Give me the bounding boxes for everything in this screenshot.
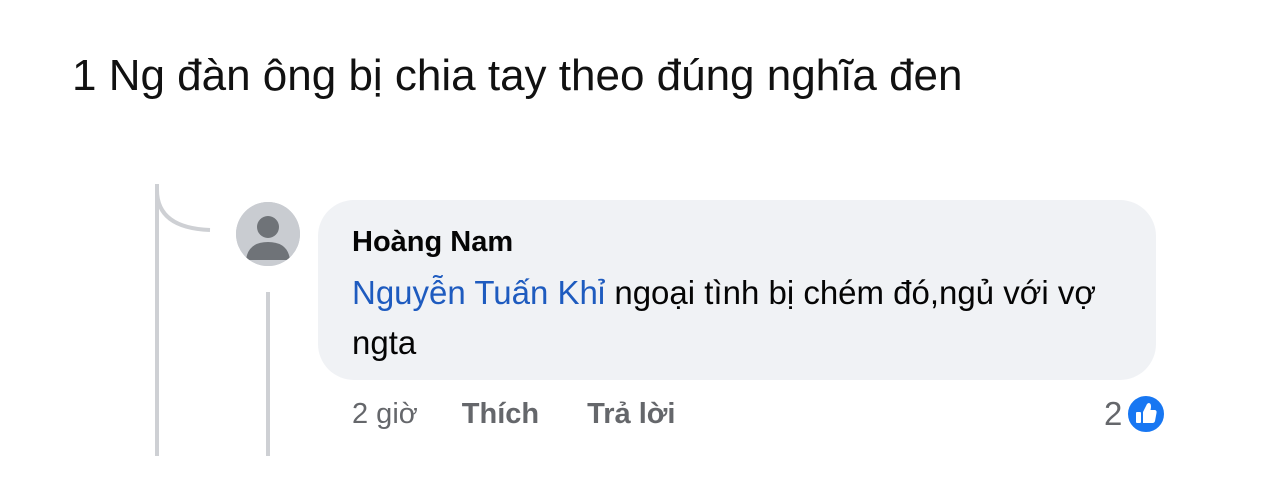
reaction-summary[interactable]: 2 xyxy=(1104,392,1167,436)
comment-actions: 2 giờ Thích Trả lời xyxy=(352,394,675,434)
default-avatar-icon xyxy=(236,202,300,266)
comment-timestamp[interactable]: 2 giờ xyxy=(352,398,418,431)
commenter-avatar[interactable] xyxy=(236,202,300,266)
comment-body: Nguyễn Tuấn Khỉ ngoại tình bị chém đó,ng… xyxy=(352,268,1132,368)
comment-bubble: Hoàng Nam Nguyễn Tuấn Khỉ ngoại tình bị … xyxy=(318,200,1156,380)
mention-link[interactable]: Nguyễn Tuấn Khỉ xyxy=(352,274,605,311)
like-icon xyxy=(1126,394,1167,434)
reply-button[interactable]: Trả lời xyxy=(587,398,675,431)
comment-author[interactable]: Hoàng Nam xyxy=(352,224,1122,260)
like-button[interactable]: Thích xyxy=(462,398,539,431)
reaction-count: 2 xyxy=(1104,395,1123,432)
